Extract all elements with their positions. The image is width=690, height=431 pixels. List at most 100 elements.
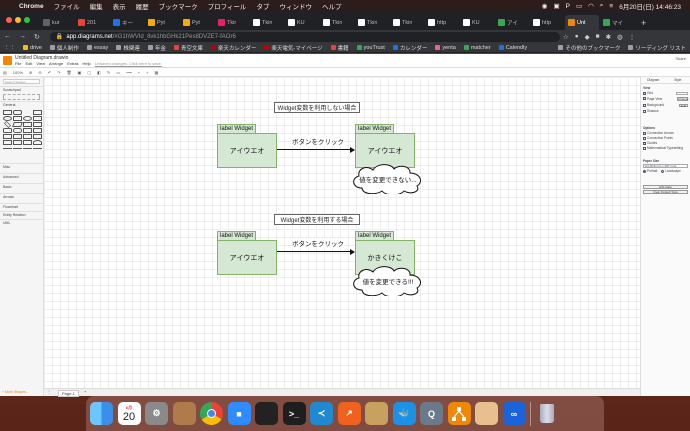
scratchpad-drop-area[interactable]: [3, 94, 40, 100]
shape-trapezoid[interactable]: [23, 134, 32, 139]
shape-tape[interactable]: [33, 134, 42, 139]
section-entity-relation[interactable]: Entity Relation: [0, 211, 43, 218]
drawio-menu-extras[interactable]: Extras: [67, 61, 78, 66]
section-uml[interactable]: UML: [0, 219, 43, 226]
shape-actor[interactable]: [33, 140, 42, 145]
clear-default-style-button[interactable]: Clear Default Style: [643, 190, 688, 194]
terminal-icon[interactable]: >_: [282, 402, 306, 425]
menu-app-name[interactable]: Chrome: [14, 3, 49, 10]
browser-tab-12[interactable]: KU: [460, 15, 494, 30]
shape-diamond[interactable]: [4, 121, 11, 128]
menu-bookmarks[interactable]: ブックマーク: [154, 1, 203, 11]
bookmark-item[interactable]: 楽天電気-マイページ: [260, 44, 326, 52]
extension-icon-2[interactable]: ◆: [582, 33, 593, 41]
drawio-menu-arrange[interactable]: Arrange: [49, 61, 63, 66]
drawio-menu-view[interactable]: View: [36, 61, 45, 66]
minimize-window-icon[interactable]: [15, 17, 21, 23]
browser-tab-16[interactable]: マイ: [600, 15, 634, 30]
profile-avatar[interactable]: ◍: [614, 33, 626, 41]
shape-cloud[interactable]: [13, 128, 22, 133]
delete-icon[interactable]: 🗑: [63, 70, 74, 75]
browser-tab-10[interactable]: Tkin: [390, 15, 424, 30]
edit-data-button[interactable]: Edit Data: [643, 185, 688, 189]
shape-document[interactable]: [23, 128, 32, 133]
shadow-option[interactable]: Shadow: [643, 109, 688, 113]
extension-icon-1[interactable]: ●: [572, 33, 582, 40]
browser-tab-3[interactable]: Pyt: [145, 15, 179, 30]
bookmark-item[interactable]: 書籍: [327, 44, 353, 52]
extension-icon-3[interactable]: ■: [593, 33, 603, 40]
shape-rectangle[interactable]: [3, 110, 12, 115]
bottom-left-widget[interactable]: label Widget アイウエオ: [217, 231, 277, 275]
grid-checkbox[interactable]: [643, 91, 646, 95]
shape-square[interactable]: [13, 116, 22, 121]
menu-view[interactable]: 表示: [108, 1, 131, 11]
undo-icon[interactable]: ↶: [45, 70, 54, 75]
table-icon[interactable]: ▦: [151, 70, 161, 75]
section-advanced[interactable]: Advanced: [0, 173, 43, 180]
section-general[interactable]: General: [0, 101, 43, 108]
new-tab-button[interactable]: +: [635, 15, 652, 30]
shape-hexagon[interactable]: [23, 122, 32, 127]
shape-ellipse[interactable]: [3, 116, 12, 121]
shadow-icon[interactable]: ▭: [113, 70, 123, 75]
shape-search-input[interactable]: Search Shapes: [3, 79, 40, 84]
connection-arrows-option[interactable]: Connection Arrows: [643, 131, 688, 135]
math-option[interactable]: Mathematical Typesetting: [643, 146, 688, 150]
browser-tab-0[interactable]: kur: [40, 15, 74, 30]
menu-tab[interactable]: タブ: [251, 1, 274, 11]
zoom-icon[interactable]: ■: [227, 402, 251, 425]
bookmark-item[interactable]: 個人制作: [46, 44, 83, 52]
browser-tab-5[interactable]: Tkir: [215, 15, 249, 30]
contacts-icon[interactable]: [172, 402, 196, 425]
page-view-option[interactable]: Page View Change: [643, 96, 689, 102]
zoom-window-icon[interactable]: [24, 17, 30, 23]
battery-icon[interactable]: ▭: [573, 2, 585, 10]
bookmark-item[interactable]: Calendly: [495, 44, 531, 52]
browser-tab-13[interactable]: アイ: [495, 15, 529, 30]
drawio-icon[interactable]: [447, 402, 471, 425]
line-color-icon[interactable]: ✎: [104, 70, 113, 75]
connection-points-checkbox[interactable]: [643, 136, 646, 140]
top-title-box[interactable]: Widget変数を利用しない場合: [274, 102, 360, 113]
shape-textbox[interactable]: [33, 110, 42, 115]
section-misc[interactable]: Misc: [0, 163, 43, 170]
shape-triangle[interactable]: [33, 122, 42, 127]
back-icon[interactable]: ←: [0, 33, 15, 40]
connection-icon[interactable]: ⟶: [123, 70, 135, 75]
activity-monitor-icon[interactable]: [255, 402, 278, 425]
browser-tab-6[interactable]: Tkin: [250, 15, 284, 30]
browser-tab-1[interactable]: 201: [75, 15, 109, 30]
redo-icon[interactable]: ↷: [54, 70, 63, 75]
shape-line-2[interactable]: [13, 148, 22, 151]
bottom-arrow[interactable]: [277, 249, 355, 255]
menu-profile[interactable]: プロフィール: [203, 1, 252, 11]
guides-option[interactable]: Guides: [643, 141, 688, 145]
shape-circle[interactable]: [23, 116, 32, 121]
bookmark-item[interactable]: 青空文庫: [170, 44, 207, 52]
connection-arrows-checkbox[interactable]: [643, 131, 646, 135]
waypoints-icon[interactable]: ⌐: [135, 70, 143, 75]
format-panel-icon[interactable]: ▤: [0, 70, 10, 75]
shape-cylinder[interactable]: [3, 128, 12, 133]
bottom-arrow-label[interactable]: ボタンをクリック: [292, 238, 344, 248]
trash-icon[interactable]: [535, 402, 558, 425]
browser-tab-14[interactable]: http: [530, 15, 564, 30]
menu-history[interactable]: 履歴: [131, 1, 154, 11]
paper-size-select[interactable]: A4 (210 mm x 297 mm): [643, 164, 688, 168]
reload-icon[interactable]: ↻: [30, 33, 44, 41]
tab-style[interactable]: Style: [666, 77, 690, 83]
fill-color-icon[interactable]: ◧: [94, 70, 104, 75]
bookmark-item[interactable]: essay: [83, 44, 112, 52]
menu-window[interactable]: ウィンドウ: [274, 1, 317, 11]
wifi-icon[interactable]: ◠: [585, 2, 597, 10]
shape-note[interactable]: [3, 140, 12, 145]
tab-diagram[interactable]: Diagram: [641, 77, 666, 83]
top-left-widget[interactable]: label Widget アイウエオ: [217, 124, 277, 168]
close-window-icon[interactable]: [6, 17, 12, 23]
browser-tab-9[interactable]: Tkin: [355, 15, 389, 30]
browser-tab-15[interactable]: Unt: [565, 15, 599, 30]
unsaved-changes-link[interactable]: Unsaved changes. Click here to save.: [95, 61, 162, 66]
math-checkbox[interactable]: [643, 146, 646, 150]
drawio-menu-file[interactable]: File: [15, 61, 21, 66]
